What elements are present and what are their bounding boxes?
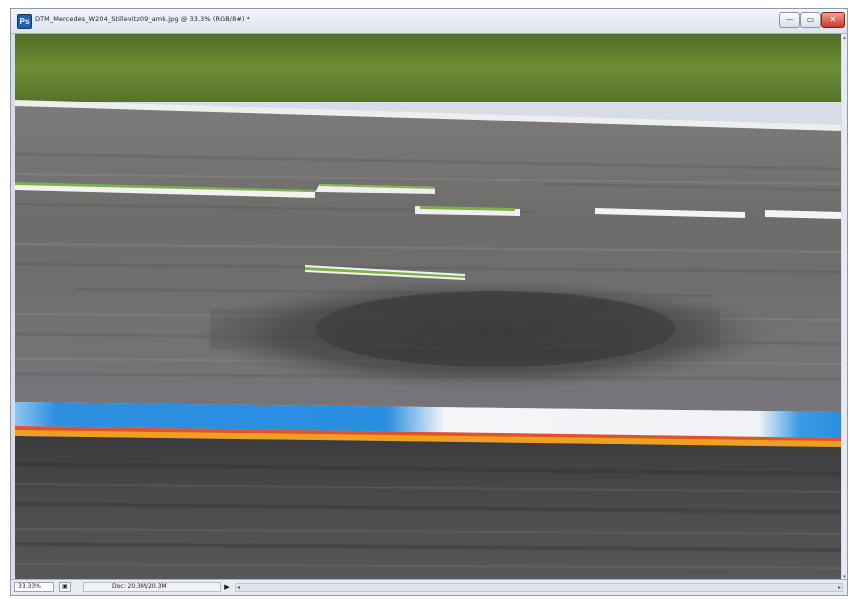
navigator-icon[interactable]: ▣ bbox=[59, 582, 71, 592]
scroll-right-arrow-icon[interactable]: ▸ bbox=[838, 584, 841, 591]
zoom-level-field[interactable]: 33.33% bbox=[14, 582, 54, 592]
status-menu-arrow-icon[interactable]: ▶ bbox=[223, 582, 231, 592]
image-canvas[interactable] bbox=[15, 34, 841, 581]
vertical-scrollbar[interactable]: ▴ ▾ bbox=[842, 34, 847, 581]
window-title: DTM_Mercedes_W204_Stillevitz09_amk.jpg @… bbox=[35, 15, 251, 23]
race-track-photo bbox=[15, 34, 841, 581]
image-document-window: Ps DTM_Mercedes_W204_Stillevitz09_amk.jp… bbox=[10, 8, 848, 596]
minimize-button[interactable]: — bbox=[779, 12, 800, 28]
horizontal-scrollbar[interactable]: ◂ ▸ bbox=[235, 583, 843, 592]
status-bar: 33.33% ▣ Doc: 20.3M/20.3M ▶ ◂ ▸ bbox=[11, 579, 847, 595]
photoshop-app-icon: Ps bbox=[17, 14, 32, 29]
scroll-left-arrow-icon[interactable]: ◂ bbox=[237, 584, 240, 591]
title-bar[interactable]: Ps DTM_Mercedes_W204_Stillevitz09_amk.jp… bbox=[11, 9, 847, 34]
document-info: Doc: 20.3M/20.3M bbox=[83, 582, 221, 592]
maximize-button[interactable]: ▭ bbox=[800, 12, 821, 28]
scroll-up-arrow-icon[interactable]: ▴ bbox=[842, 34, 847, 42]
close-button[interactable]: ✕ bbox=[821, 12, 845, 28]
